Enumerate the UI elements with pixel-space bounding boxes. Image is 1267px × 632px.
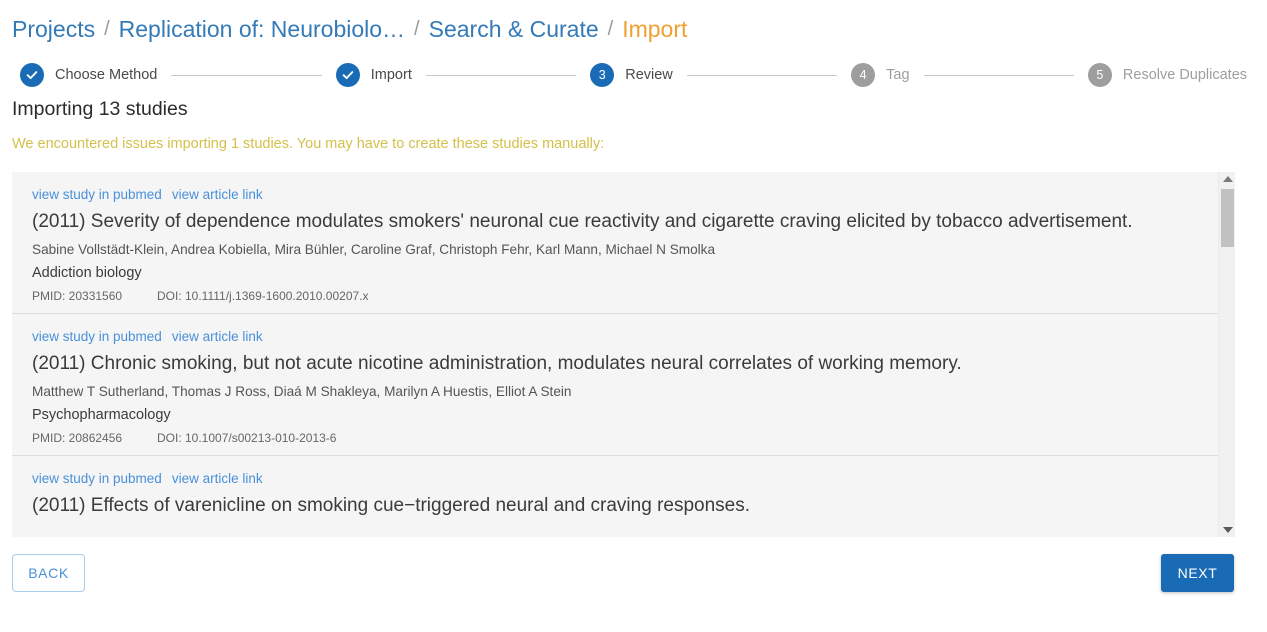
- view-study-in-pubmed-link[interactable]: view study in pubmed: [32, 187, 162, 202]
- breadcrumb-item-search-curate[interactable]: Search & Curate: [429, 16, 599, 43]
- study-doi: DOI: 10.1007/s00213-010-2013-6: [157, 431, 337, 445]
- check-icon: [20, 63, 44, 87]
- step-connector: [425, 74, 577, 76]
- step-import[interactable]: Import: [335, 63, 412, 87]
- step-number-badge: 4: [851, 63, 876, 87]
- view-article-link[interactable]: view article link: [172, 329, 263, 344]
- view-study-in-pubmed-link[interactable]: view study in pubmed: [32, 329, 162, 344]
- step-label-tag: Tag: [886, 67, 910, 83]
- breadcrumb-separator: /: [607, 17, 614, 40]
- breadcrumb-separator: /: [414, 17, 420, 40]
- study-item: view study in pubmed view article link (2…: [12, 455, 1218, 533]
- step-number-badge: 5: [1087, 63, 1112, 87]
- step-label-review: Review: [625, 67, 673, 83]
- step-label-import: Import: [370, 67, 412, 83]
- study-authors: Sabine Vollstädt-Klein, Andrea Kobiella,…: [32, 242, 716, 257]
- breadcrumb-item-projects[interactable]: Projects: [12, 16, 95, 43]
- step-label-resolve-duplicates: Resolve Duplicates: [1122, 67, 1248, 83]
- study-journal: Addiction biology: [32, 265, 142, 281]
- study-links: view study in pubmed view article link: [32, 328, 1198, 346]
- back-button[interactable]: BACK: [12, 554, 85, 592]
- study-links: view study in pubmed view article link: [32, 186, 1198, 204]
- study-item: view study in pubmed view article link (2…: [12, 313, 1218, 455]
- page-title: Importing 13 studies: [12, 98, 188, 120]
- study-title: (2011) Effects of varenicline on smoking…: [32, 495, 751, 516]
- study-links: view study in pubmed view article link: [32, 470, 1198, 488]
- view-article-link[interactable]: view article link: [172, 471, 263, 486]
- step-choose-method[interactable]: Choose Method: [20, 63, 157, 87]
- step-tag[interactable]: 4 Tag: [851, 63, 910, 87]
- breadcrumb-item-import[interactable]: Import: [622, 16, 687, 43]
- breadcrumb: Projects / Replication of: Neurobiolo… /…: [12, 12, 687, 46]
- scrollbar-thumb[interactable]: [1221, 189, 1234, 247]
- study-list-scroll-area: view study in pubmed view article link (2…: [12, 172, 1218, 537]
- study-identifiers: PMID: 20862456 DOI: 10.1007/s00213-010-2…: [32, 431, 1198, 445]
- study-pmid: PMID: 20331560: [32, 289, 123, 303]
- import-warning-message: We encountered issues importing 1 studie…: [12, 136, 605, 152]
- study-title: (2011) Chronic smoking, but not acute ni…: [32, 353, 962, 374]
- study-journal: Psychopharmacology: [32, 407, 171, 423]
- study-identifiers: PMID: 20331560 DOI: 10.1111/j.1369-1600.…: [32, 289, 1198, 303]
- study-doi: DOI: 10.1111/j.1369-1600.2010.00207.x: [157, 289, 369, 303]
- triangle-up-icon[interactable]: [1219, 172, 1235, 186]
- step-connector: [686, 74, 838, 76]
- study-list-panel: view study in pubmed view article link (2…: [12, 172, 1235, 537]
- study-item: view study in pubmed view article link (2…: [12, 172, 1218, 313]
- check-icon: [335, 63, 360, 87]
- import-stepper: Choose Method Import 3 Review 4 Tag 5 Re…: [20, 62, 1247, 88]
- study-pmid: PMID: 20862456: [32, 431, 123, 445]
- step-connector: [171, 74, 322, 76]
- view-article-link[interactable]: view article link: [172, 187, 263, 202]
- step-review[interactable]: 3 Review: [590, 63, 673, 87]
- breadcrumb-item-project[interactable]: Replication of: Neurobiolo…: [119, 16, 405, 43]
- study-list-scrollbar[interactable]: [1218, 172, 1235, 537]
- breadcrumb-separator: /: [104, 17, 110, 40]
- step-number-badge: 3: [590, 63, 615, 87]
- view-study-in-pubmed-link[interactable]: view study in pubmed: [32, 471, 162, 486]
- step-label-choose-method: Choose Method: [55, 67, 158, 83]
- study-title: (2011) Severity of dependence modulates …: [32, 211, 1133, 232]
- step-connector: [923, 74, 1074, 76]
- triangle-down-icon[interactable]: [1219, 523, 1235, 537]
- study-authors: Matthew T Sutherland, Thomas J Ross, Dia…: [32, 384, 572, 399]
- step-resolve-duplicates[interactable]: 5 Resolve Duplicates: [1087, 63, 1248, 87]
- next-button[interactable]: NEXT: [1161, 554, 1234, 592]
